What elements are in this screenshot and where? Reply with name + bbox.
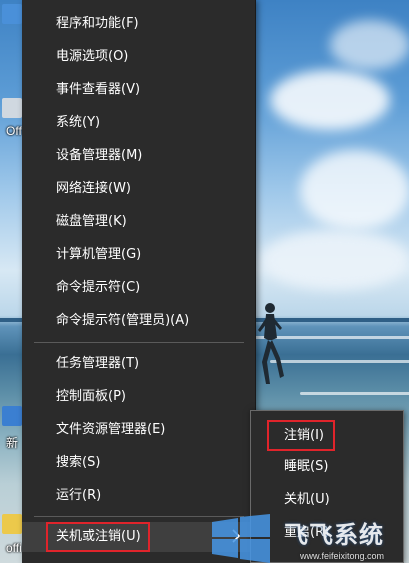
highlight-box <box>267 420 335 451</box>
menu-item-run[interactable]: 运行(R) <box>22 481 255 511</box>
cloud <box>270 70 390 130</box>
submenu-item-shutdown[interactable]: 关机(U) <box>251 484 403 516</box>
menu-item-search[interactable]: 搜索(S) <box>22 448 255 478</box>
cloud <box>260 230 409 290</box>
cloud <box>300 150 409 230</box>
desktop-icon-label: offi <box>6 541 22 555</box>
menu-separator <box>34 516 244 517</box>
menu-item-device-manager[interactable]: 设备管理器(M) <box>22 141 255 171</box>
menu-item-power-options[interactable]: 电源选项(O) <box>22 42 255 72</box>
wave <box>270 360 409 363</box>
desktop-office-icon[interactable] <box>2 98 22 118</box>
desktop-icon-label: Off <box>6 124 22 138</box>
menu-item-system[interactable]: 系统(Y) <box>22 108 255 138</box>
menu-item-programs-features[interactable]: 程序和功能(F) <box>22 9 255 39</box>
menu-item-control-panel[interactable]: 控制面板(P) <box>22 382 255 412</box>
desktop-app-icon[interactable] <box>2 4 22 24</box>
menu-item-command-prompt-admin[interactable]: 命令提示符(管理员)(A) <box>22 306 255 336</box>
desktop-folder-icon[interactable] <box>2 514 22 534</box>
wave <box>300 392 409 395</box>
runner-silhouette <box>258 303 284 384</box>
menu-item-network-connections[interactable]: 网络连接(W) <box>22 174 255 204</box>
watermark-url: www.feifeixitong.com <box>300 551 385 561</box>
chevron-right-icon <box>232 529 241 543</box>
menu-item-disk-management[interactable]: 磁盘管理(K) <box>22 207 255 237</box>
winx-menu: 程序和功能(F) 电源选项(O) 事件查看器(V) 系统(Y) 设备管理器(M)… <box>22 0 256 563</box>
highlight-box <box>46 522 150 552</box>
menu-item-command-prompt[interactable]: 命令提示符(C) <box>22 273 255 303</box>
cloud <box>330 20 409 70</box>
menu-item-computer-management[interactable]: 计算机管理(G) <box>22 240 255 270</box>
submenu-item-sleep[interactable]: 睡眠(S) <box>251 451 403 483</box>
menu-item-event-viewer[interactable]: 事件查看器(V) <box>22 75 255 105</box>
watermark-brand: 飞飞系统 <box>284 521 384 549</box>
desktop-icon-label: 新 <box>6 436 19 450</box>
menu-item-file-explorer[interactable]: 文件资源管理器(E) <box>22 415 255 445</box>
menu-separator <box>34 342 244 343</box>
desktop-new-icon[interactable] <box>2 406 22 426</box>
menu-item-task-manager[interactable]: 任务管理器(T) <box>22 349 255 379</box>
